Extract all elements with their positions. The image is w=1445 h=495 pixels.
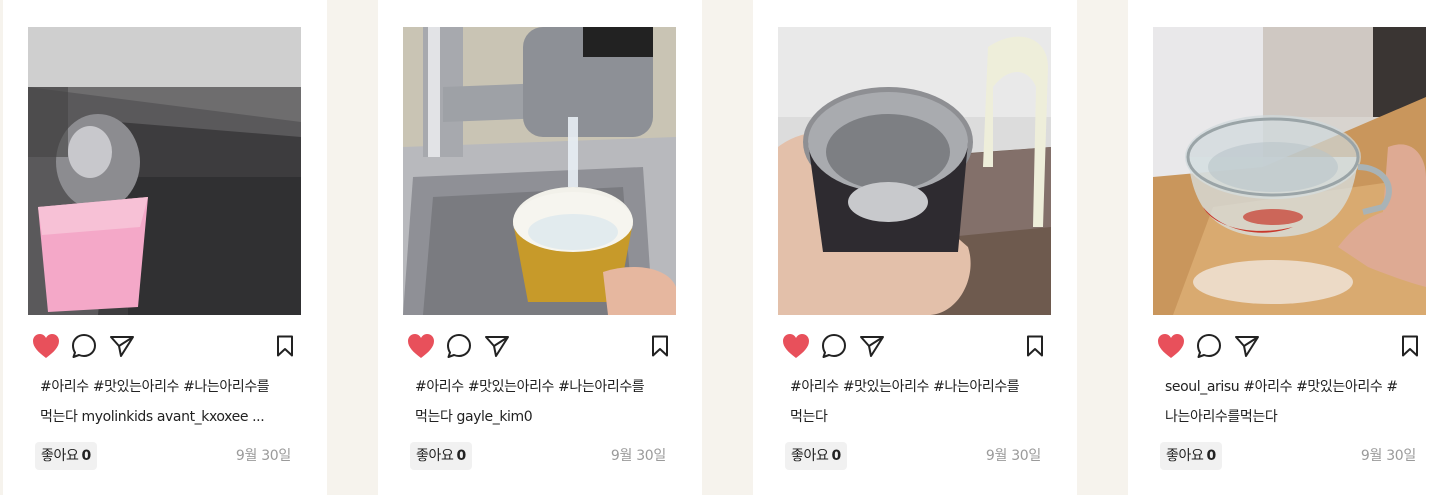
heart-icon[interactable]	[1156, 330, 1186, 362]
caption-line: 먹는다 gayle_kim0	[415, 409, 533, 425]
heart-icon[interactable]	[406, 330, 436, 362]
post-photo[interactable]	[1153, 27, 1426, 315]
post-photo[interactable]	[28, 27, 301, 315]
caption-line: 나는아리수를먹는다	[1165, 409, 1278, 425]
likes-badge: 좋아요 0	[410, 442, 472, 470]
post-date: 9월 30일	[235, 448, 291, 464]
paper-plane-icon[interactable]	[1232, 330, 1262, 362]
speech-bubble-icon[interactable]	[69, 330, 99, 362]
heart-icon[interactable]	[31, 330, 61, 362]
post-actions	[753, 330, 1077, 362]
post-photo-image	[778, 27, 1051, 315]
bookmark-icon[interactable]	[645, 330, 675, 362]
likes-label: 좋아요	[1166, 448, 1204, 464]
likes-badge: 좋아요 0	[35, 442, 97, 470]
caption-line: #아리수 #맛있는아리수 #나는아리수를	[790, 379, 1020, 395]
likes-label: 좋아요	[416, 448, 454, 464]
post-caption: #아리수 #맛있는아리수 #나는아리수를 먹는다	[790, 372, 1042, 432]
post-photo-image	[1153, 27, 1426, 315]
likes-label: 좋아요	[791, 448, 829, 464]
bookmark-icon[interactable]	[1395, 330, 1425, 362]
post-actions	[378, 330, 702, 362]
post-actions	[3, 330, 327, 362]
likes-count: 0	[1206, 448, 1216, 464]
post-photo-image	[28, 27, 301, 315]
post-actions	[1128, 330, 1445, 362]
post-photo[interactable]	[403, 27, 676, 315]
post-caption: #아리수 #맛있는아리수 #나는아리수를 먹는다 gayle_kim0	[415, 372, 667, 432]
likes-count: 0	[81, 448, 91, 464]
likes-count: 0	[831, 448, 841, 464]
post-caption: seoul_arisu #아리수 #맛있는아리수 # 나는아리수를먹는다	[1165, 372, 1417, 432]
post-photo[interactable]	[778, 27, 1051, 315]
paper-plane-icon[interactable]	[857, 330, 887, 362]
post-card[interactable]: #아리수 #맛있는아리수 #나는아리수를 먹는다 gayle_kim0 좋아요 0…	[378, 0, 702, 495]
caption-line: #아리수 #맛있는아리수 #나는아리수를	[40, 379, 270, 395]
post-date: 9월 30일	[610, 448, 666, 464]
likes-label: 좋아요	[41, 448, 79, 464]
post-date: 9월 30일	[1360, 448, 1416, 464]
caption-line: seoul_arisu #아리수 #맛있는아리수 #	[1165, 379, 1398, 395]
speech-bubble-icon[interactable]	[1194, 330, 1224, 362]
post-caption: #아리수 #맛있는아리수 #나는아리수를 먹는다 myolinkids avan…	[40, 372, 292, 432]
caption-line: 먹는다 myolinkids avant_kxoxee ...	[40, 409, 265, 425]
post-photo-image	[403, 27, 676, 315]
speech-bubble-icon[interactable]	[819, 330, 849, 362]
post-date: 9월 30일	[985, 448, 1041, 464]
caption-line: #아리수 #맛있는아리수 #나는아리수를	[415, 379, 645, 395]
likes-badge: 좋아요 0	[1160, 442, 1222, 470]
likes-badge: 좋아요 0	[785, 442, 847, 470]
likes-count: 0	[456, 448, 466, 464]
paper-plane-icon[interactable]	[482, 330, 512, 362]
post-card[interactable]: #아리수 #맛있는아리수 #나는아리수를 먹는다 좋아요 0 9월 30일	[753, 0, 1077, 495]
paper-plane-icon[interactable]	[107, 330, 137, 362]
bookmark-icon[interactable]	[1020, 330, 1050, 362]
caption-line: 먹는다	[790, 409, 828, 425]
speech-bubble-icon[interactable]	[444, 330, 474, 362]
post-card[interactable]: #아리수 #맛있는아리수 #나는아리수를 먹는다 myolinkids avan…	[3, 0, 327, 495]
heart-icon[interactable]	[781, 330, 811, 362]
bookmark-icon[interactable]	[270, 330, 300, 362]
post-card[interactable]: seoul_arisu #아리수 #맛있는아리수 # 나는아리수를먹는다 좋아요…	[1128, 0, 1445, 495]
